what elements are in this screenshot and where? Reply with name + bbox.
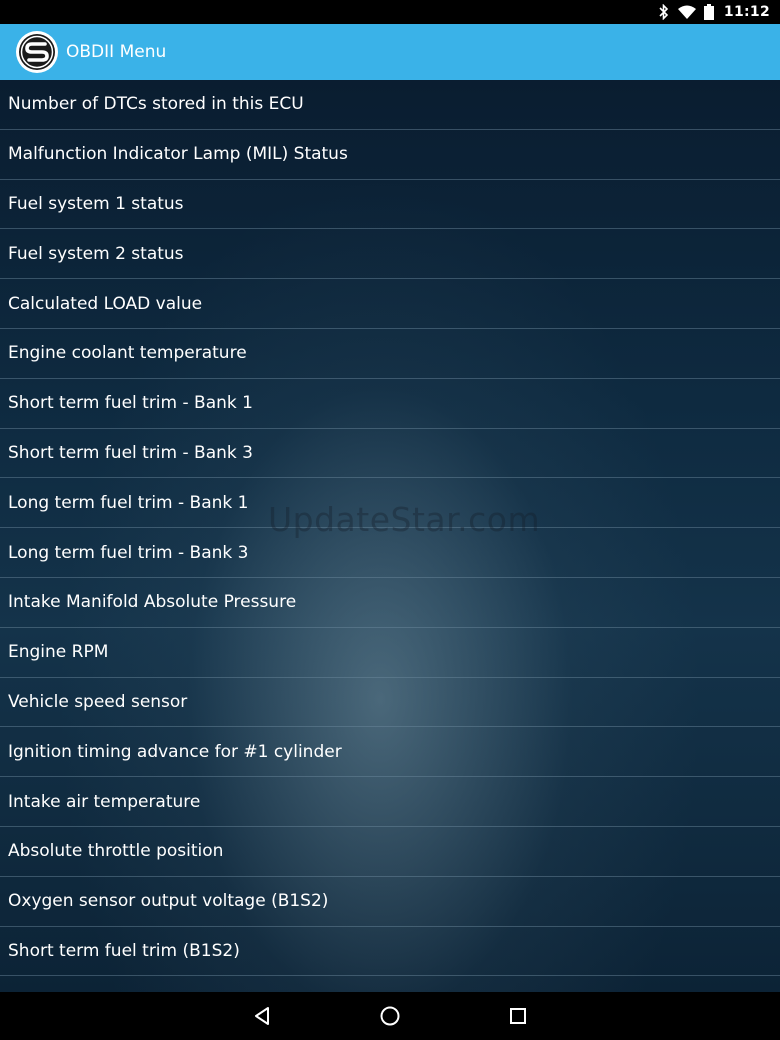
navigation-bar [0, 992, 780, 1040]
home-icon[interactable] [377, 1003, 403, 1029]
list-item[interactable]: Calculated LOAD value [0, 279, 780, 329]
list-item[interactable]: Engine coolant temperature [0, 329, 780, 379]
bluetooth-icon [658, 4, 670, 20]
list-item[interactable]: Ignition timing advance for #1 cylinder [0, 727, 780, 778]
wifi-icon [677, 5, 696, 19]
list-item[interactable]: Short term fuel trim - Bank 3 [0, 429, 780, 479]
list-item[interactable]: Malfunction Indicator Lamp (MIL) Status [0, 130, 780, 180]
status-bar: 11:12 [0, 0, 780, 24]
list-item[interactable]: Engine RPM [0, 628, 780, 678]
list-item[interactable]: Fuel system 1 status [0, 180, 780, 230]
list-item[interactable]: Number of DTCs stored in this ECU [0, 80, 780, 130]
list-item[interactable]: Short term fuel trim (B1S2) [0, 927, 780, 977]
page-title: OBDII Menu [66, 42, 167, 62]
list-item[interactable]: Short term fuel trim - Bank 1 [0, 379, 780, 429]
list-item[interactable]: Fuel system 2 status [0, 229, 780, 280]
s-logo-icon[interactable] [15, 30, 59, 74]
obd-menu-list[interactable]: Number of DTCs stored in this ECU Malfun… [0, 80, 780, 992]
recents-icon[interactable] [505, 1003, 531, 1029]
list-item[interactable]: Intake air temperature [0, 777, 780, 827]
list-item[interactable]: Long term fuel trim - Bank 1 [0, 478, 780, 529]
list-item[interactable]: Intake Manifold Absolute Pressure [0, 578, 780, 628]
list-item[interactable]: Absolute throttle position [0, 827, 780, 877]
list-item[interactable]: Oxygen sensor output voltage (B1S2) [0, 877, 780, 927]
status-time: 11:12 [723, 4, 770, 20]
list-item[interactable]: Vehicle speed sensor [0, 678, 780, 728]
list-item[interactable]: Long term fuel trim - Bank 3 [0, 528, 780, 578]
battery-icon [703, 4, 714, 20]
app-bar: OBDII Menu [0, 24, 780, 80]
back-icon[interactable] [249, 1003, 275, 1029]
